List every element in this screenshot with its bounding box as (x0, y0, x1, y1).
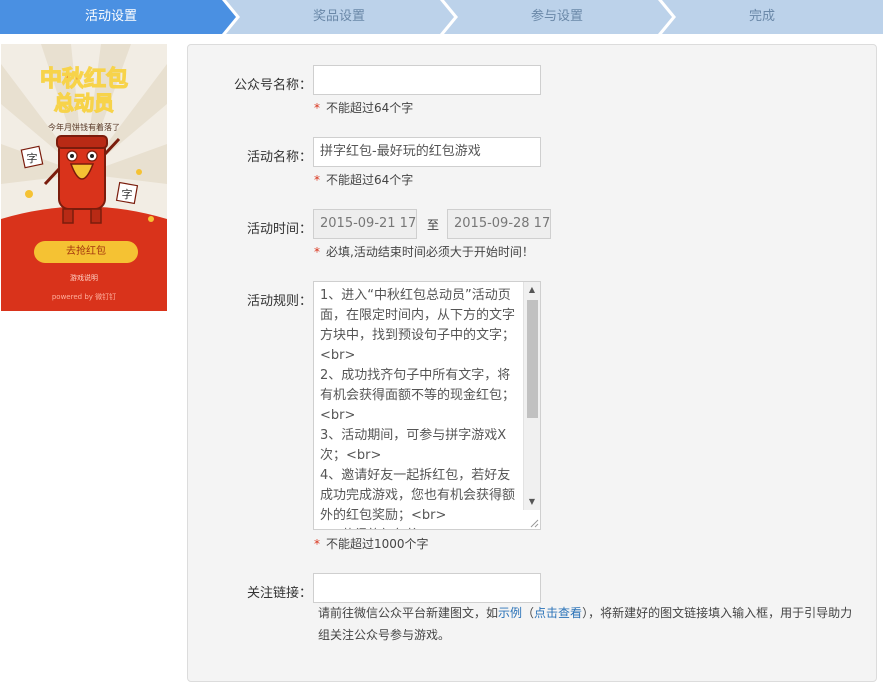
activity-time-hint-text: 必填,活动结束时间必须大于开始时间！ (326, 245, 534, 259)
activity-rules-textarea[interactable]: 1、进入“中秋红包总动员”活动页面，在限定时间内，从下方的文字方块中，找到预设句… (313, 281, 541, 530)
svg-text:字: 字 (122, 187, 133, 201)
scroll-thumb[interactable] (527, 300, 538, 418)
preview-subtitle: 今年月饼钱有着落了 (48, 123, 120, 132)
step-activity-settings[interactable]: 活动设置 (0, 0, 222, 34)
step-participation-settings[interactable]: 参与设置 (454, 0, 660, 34)
steps-bar: 活动设置 奖品设置 参与设置 完成 (0, 0, 883, 34)
required-star: * (314, 101, 320, 115)
activity-time-hint: * 必填,活动结束时间必须大于开始时间！ (314, 243, 534, 260)
preview-game-rules: 游戏说明 (70, 274, 98, 282)
activity-rules-hint: * 不能超过1000个字 (314, 535, 429, 552)
activity-rules-label: 活动规则： (246, 294, 312, 309)
follow-link-note: 请前往微信公众平台新建图文，如示例（点击查看），将新建好的图文链接填入输入框，用… (318, 602, 858, 646)
account-name-hint: * 不能超过64个字 (314, 99, 413, 116)
activity-settings-form: 公众号名称： * 不能超过64个字 活动名称： 拼字红包-最好玩的红包游戏 * 不能… (187, 44, 877, 682)
account-name-input[interactable] (313, 65, 541, 95)
required-star: * (314, 173, 320, 187)
account-name-hint-text: 不能超过64个字 (326, 101, 414, 115)
activity-name-hint-text: 不能超过64个字 (326, 173, 414, 187)
activity-rules-text: 1、进入“中秋红包总动员”活动页面，在限定时间内，从下方的文字方块中，找到预设句… (320, 288, 516, 529)
svg-text:总动员: 总动员 (54, 91, 114, 115)
scroll-down-arrow-icon[interactable]: ▼ (524, 494, 540, 510)
time-separator: 至 (427, 218, 440, 232)
example-link[interactable]: 示例 (498, 606, 522, 620)
activity-time-label: 活动时间： (246, 222, 312, 237)
account-name-label: 公众号名称： (233, 78, 312, 93)
required-star: * (314, 245, 320, 259)
note-text-before: 请前往微信公众平台新建图文，如 (318, 606, 499, 620)
activity-name-input[interactable]: 拼字红包-最好玩的红包游戏 (313, 137, 541, 167)
step-prize-settings[interactable]: 奖品设置 (236, 0, 442, 34)
follow-link-label: 关注链接： (246, 586, 312, 601)
activity-name-hint: * 不能超过64个字 (314, 171, 413, 188)
svg-text:中秋红包: 中秋红包 (40, 66, 128, 92)
preview-grab-button: 去抢红包 (34, 241, 138, 263)
activity-name-label: 活动名称： (246, 150, 312, 165)
start-time-input[interactable]: 2015-09-21 17: (313, 209, 417, 239)
svg-text:字: 字 (27, 151, 38, 165)
end-time-input[interactable]: 2015-09-28 17: (447, 209, 551, 239)
resize-grip-icon[interactable] (529, 518, 539, 528)
activity-preview-image: 中秋红包 总动员 字 字 今年月饼钱有着落了 去抢红包 游戏说明 powered… (1, 44, 167, 311)
required-star: * (314, 537, 320, 551)
preview-powered-by: powered by 微钉钉 (51, 293, 117, 301)
title-logo: 中秋红包 总动员 (39, 65, 128, 115)
rules-scrollbar[interactable]: ▲ ▼ (523, 282, 540, 510)
activity-rules-hint-text: 不能超过1000个字 (326, 537, 429, 551)
preview-illustration: 中秋红包 总动员 字 字 (1, 44, 167, 311)
scroll-up-arrow-icon[interactable]: ▲ (524, 282, 540, 298)
follow-link-input[interactable] (313, 573, 541, 603)
note-paren-open: （ (522, 606, 535, 620)
click-to-view-link[interactable]: 点击查看 (534, 606, 582, 620)
step-finish[interactable]: 完成 (672, 0, 852, 34)
